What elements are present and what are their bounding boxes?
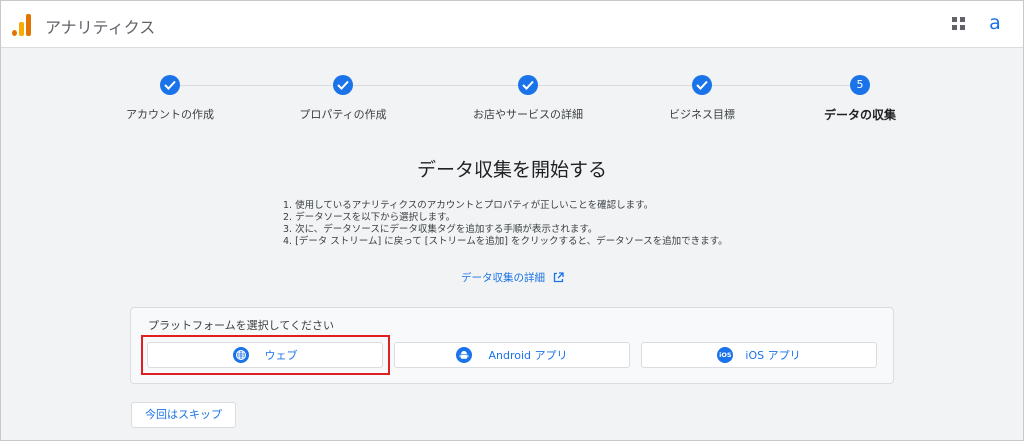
app-title: アナリティクス [45,18,156,37]
check-icon [160,75,180,95]
instruction-item: 3. 次に、データソースにデータ収集タグを追加する手順が表示されます。 [283,224,598,235]
android-icon [456,347,473,363]
top-app-bar: アナリティクス a [0,0,1024,48]
step-label: データの収集 [823,108,896,122]
ios-icon: iOS [717,347,734,363]
platform-card-title: プラットフォームを選択してください [148,319,335,332]
step-number-badge: 5 [850,75,870,95]
skip-button[interactable]: 今回はスキップ [131,402,236,428]
web-button-highlight [141,335,390,375]
learn-more-link[interactable]: データ収集の詳細 [461,270,564,285]
analytics-logo [12,14,32,36]
instruction-item: 4. [データ ストリーム] に戻って [ストリームを追加] をクリックすると、… [283,236,728,247]
check-icon [692,75,712,95]
apps-grid-icon[interactable] [952,17,966,31]
step-property: プロパティの作成 [258,75,428,122]
open-in-new-icon [554,272,564,283]
step-label: アカウントの作成 [126,108,214,121]
check-icon [333,75,353,95]
step-data-collection: 5 データの収集 [775,75,945,123]
instruction-item: 1. 使用しているアナリティクスのアカウントとプロパティが正しいことを確認します… [283,200,654,211]
step-label: プロパティの作成 [299,108,387,121]
ios-platform-button[interactable]: iOS iOS アプリ [641,342,877,368]
step-business-details: お店やサービスの詳細 [443,75,613,122]
platform-label: iOS アプリ [745,349,801,362]
page-heading: データ収集を開始する [416,159,607,181]
platform-label: Android アプリ [488,349,568,362]
step-label: お店やサービスの詳細 [473,108,583,121]
check-icon [518,75,538,95]
learn-more-label: データ収集の詳細 [461,272,545,284]
step-business-goals: ビジネス目標 [617,75,787,122]
instructions-list: 1. 使用しているアナリティクスのアカウントとプロパティが正しいことを確認します… [283,200,728,248]
step-account: アカウントの作成 [85,75,255,122]
account-avatar[interactable]: a [983,12,1007,36]
step-label: ビジネス目標 [669,108,735,121]
instruction-item: 2. データソースを以下から選択します。 [283,212,456,223]
android-platform-button[interactable]: Android アプリ [394,342,630,368]
